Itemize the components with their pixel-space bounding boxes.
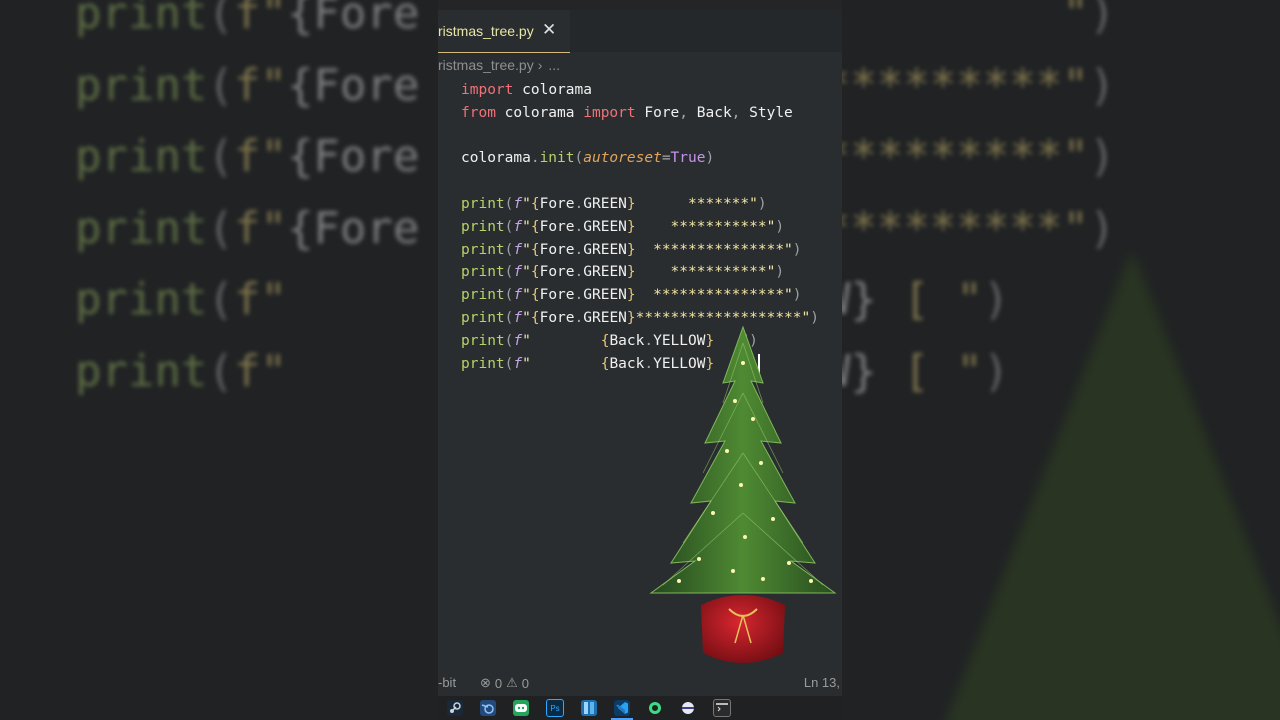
files-icon[interactable] — [581, 700, 597, 716]
vscode-icon[interactable] — [611, 700, 633, 720]
background-right-zoom: ") ***********") *************") *******… — [842, 0, 1280, 720]
code-line[interactable]: from colorama import Fore, Back, Style — [461, 102, 819, 125]
code-line[interactable]: print(f"{Fore.GREEN} ***************") — [461, 284, 819, 307]
taskbar: Ps — [438, 696, 842, 720]
code-line[interactable] — [461, 125, 819, 148]
error-count: 0 — [494, 675, 503, 691]
editor-panel: ristmas_tree.py ✕ ristmas_tree.py ›... im… — [438, 0, 842, 720]
tab-christmas-tree[interactable]: ristmas_tree.py ✕ — [438, 10, 570, 53]
android-studio-icon[interactable] — [647, 700, 663, 716]
breadcrumb-more[interactable]: ... — [548, 57, 560, 73]
title-strip — [438, 0, 842, 10]
background-left-code: print(f"{Fore print(f"{Fore print(f"{For… — [75, 0, 420, 397]
code-line[interactable]: print(f"{Fore.GREEN} ***************") — [461, 239, 819, 262]
terminal-icon[interactable] — [713, 699, 731, 717]
close-icon[interactable]: ✕ — [542, 20, 556, 40]
warning-count: 0 — [521, 675, 530, 691]
christmas-tree-image — [649, 325, 837, 663]
status-bar: -bit ⊗ 0 ⚠ 0 Ln 13, — [438, 668, 842, 696]
error-icon: ⊗ — [480, 675, 491, 690]
photoshop-icon[interactable]: Ps — [546, 699, 564, 717]
breadcrumb-file[interactable]: ristmas_tree.py — [438, 57, 534, 73]
encoding-status[interactable]: -bit — [438, 675, 456, 690]
tab-label: ristmas_tree.py — [438, 23, 534, 39]
background-left-zoom: print(f"{Fore print(f"{Fore print(f"{For… — [0, 0, 438, 720]
code-line[interactable]: print(f"{Fore.GREEN} ***********") — [461, 261, 819, 284]
code-line[interactable]: import colorama — [461, 79, 819, 102]
warning-icon: ⚠ — [506, 675, 518, 690]
problems-status[interactable]: ⊗ 0 ⚠ 0 — [480, 675, 529, 691]
breadcrumb: ristmas_tree.py ›... — [438, 57, 560, 77]
steam-icon[interactable] — [447, 700, 463, 716]
blender-icon[interactable] — [480, 700, 496, 716]
code-line[interactable]: print(f"{Fore.GREEN} *******") — [461, 193, 819, 216]
photoshop-label: Ps — [550, 703, 560, 713]
tab-bar: ristmas_tree.py ✕ — [438, 10, 842, 53]
code-line[interactable]: print(f"{Fore.GREEN} ***********") — [461, 216, 819, 239]
background-tree-blur — [942, 250, 1280, 720]
chevron-right-icon: › — [537, 57, 543, 73]
cursor-position[interactable]: Ln 13, — [804, 675, 840, 690]
code-line[interactable]: colorama.init(autoreset=True) — [461, 147, 819, 170]
obs-icon[interactable] — [680, 700, 696, 716]
code-line[interactable] — [461, 170, 819, 193]
discord-icon[interactable] — [513, 700, 529, 716]
